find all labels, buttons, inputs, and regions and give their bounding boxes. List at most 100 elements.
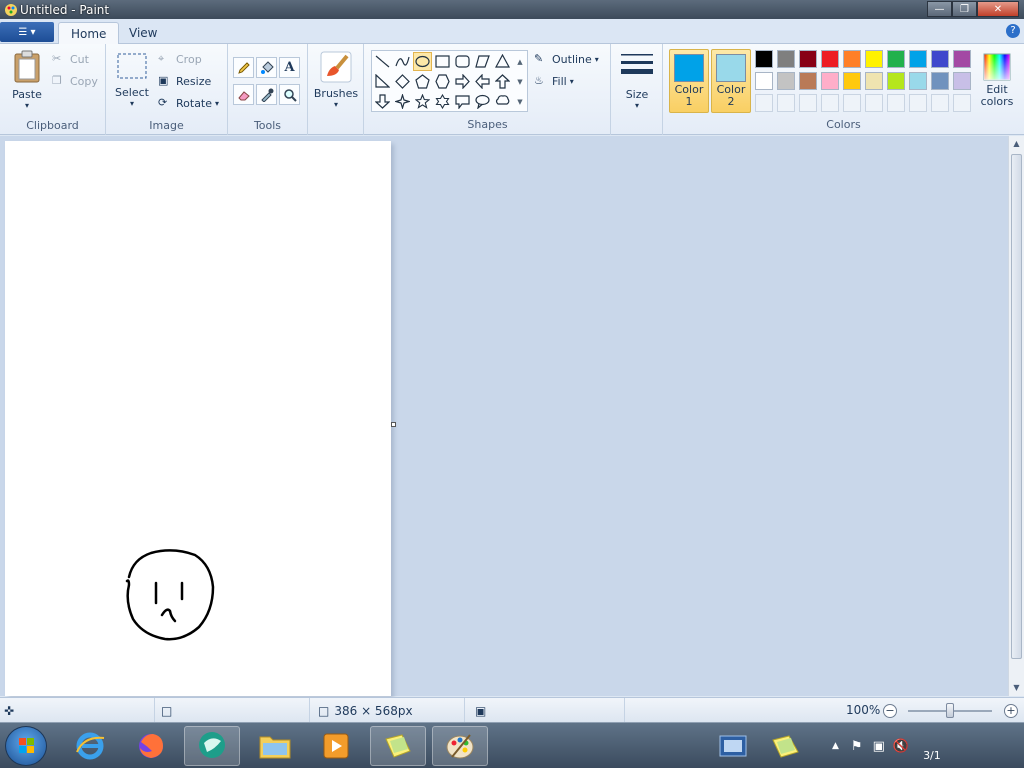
fill-button[interactable]: ♨ Fill ▾ [534,72,574,90]
close-button[interactable]: ✕ [977,1,1019,17]
clock-date[interactable]: 3/1 [923,749,941,762]
custom-color-slot[interactable] [821,94,839,112]
text-tool-icon[interactable]: A [279,57,300,78]
custom-color-slot[interactable] [953,94,971,112]
magnifier-icon[interactable] [279,84,300,105]
palette-swatch[interactable] [953,50,971,68]
oval-callout-shape-icon[interactable] [473,92,492,111]
palette-swatch[interactable] [931,72,949,90]
copy-button[interactable]: ❐ Copy [52,72,98,90]
fill-bucket-icon[interactable] [256,57,277,78]
color-picker-icon[interactable] [256,84,277,105]
oval-shape-icon[interactable] [413,52,432,71]
palette-swatch[interactable] [755,50,773,68]
custom-color-slot[interactable] [843,94,861,112]
scrollbar-thumb[interactable] [1011,154,1022,659]
network-monitor-icon[interactable] [718,733,748,759]
palette-swatch[interactable] [799,50,817,68]
vertical-scrollbar[interactable]: ▲ ▼ [1008,136,1024,696]
app-taskbar-button[interactable] [184,726,240,766]
file-explorer-taskbar-button[interactable] [247,726,303,766]
palette-swatch[interactable] [843,72,861,90]
palette-swatch[interactable] [909,50,927,68]
down-arrow-shape-icon[interactable] [373,92,392,111]
resize-button[interactable]: ▣ Resize [158,72,211,90]
show-hidden-icons-icon[interactable]: ▲ [832,741,839,751]
network-icon[interactable]: ▣ [873,739,885,754]
palette-swatch[interactable] [799,72,817,90]
tab-view[interactable]: View [117,22,169,44]
line-shape-icon[interactable] [373,52,392,71]
palette-swatch[interactable] [777,72,795,90]
shapes-scroll-down-icon[interactable]: ▼ [513,72,527,91]
color2-button[interactable]: Color 2 [711,49,751,113]
custom-color-slot[interactable] [931,94,949,112]
six-point-star-shape-icon[interactable] [433,92,452,111]
palette-swatch[interactable] [821,50,839,68]
pencil-icon[interactable] [233,57,254,78]
palette-swatch[interactable] [931,50,949,68]
help-icon[interactable]: ? [1006,24,1020,38]
diamond-shape-icon[interactable] [393,72,412,91]
curve-shape-icon[interactable] [393,52,412,71]
drawing-canvas[interactable] [5,141,391,696]
hexagon-shape-icon[interactable] [433,72,452,91]
palette-swatch[interactable] [865,72,883,90]
zoom-in-button[interactable]: + [1004,704,1018,718]
right-arrow-shape-icon[interactable] [453,72,472,91]
palette-swatch[interactable] [953,72,971,90]
start-button[interactable] [5,726,47,766]
polygon-shape-icon[interactable] [473,52,492,71]
custom-color-slot[interactable] [799,94,817,112]
internet-explorer-taskbar-button[interactable] [62,726,118,766]
eraser-icon[interactable] [233,84,254,105]
pentagon-shape-icon[interactable] [413,72,432,91]
paint-taskbar-button[interactable] [432,726,488,766]
paint-app-icon[interactable] [4,3,18,17]
left-arrow-shape-icon[interactable] [473,72,492,91]
paint-menu-button[interactable]: ☰ ▾ [0,22,54,42]
rect-callout-shape-icon[interactable] [453,92,472,111]
scroll-down-icon[interactable]: ▼ [1009,680,1024,696]
custom-color-slot[interactable] [777,94,795,112]
cut-button[interactable]: ✂ Cut [52,50,89,68]
rotate-button[interactable]: ⟳ Rotate ▾ [158,94,219,112]
action-center-flag-icon[interactable]: ⚑ [851,739,863,754]
custom-color-slot[interactable] [865,94,883,112]
custom-color-slot[interactable] [887,94,905,112]
triangle-shape-icon[interactable] [493,52,512,71]
zoom-out-button[interactable]: − [883,704,897,718]
select-button[interactable]: Select ▾ [114,52,150,108]
media-player-taskbar-button[interactable] [308,726,364,766]
rounded-rectangle-shape-icon[interactable] [453,52,472,71]
shapes-scroll-up-icon[interactable]: ▲ [513,52,527,71]
palette-swatch[interactable] [909,72,927,90]
edit-colors-button[interactable]: Edit colors [975,52,1019,108]
zoom-slider-thumb[interactable] [946,703,954,718]
scroll-up-icon[interactable]: ▲ [1009,136,1024,152]
minimize-button[interactable]: — [927,1,952,17]
palette-swatch[interactable] [777,50,795,68]
size-button[interactable]: Size ▾ [617,52,657,110]
palette-swatch[interactable] [755,72,773,90]
palette-swatch[interactable] [843,50,861,68]
palette-swatch[interactable] [821,72,839,90]
up-arrow-shape-icon[interactable] [493,72,512,91]
rectangle-shape-icon[interactable] [433,52,452,71]
five-point-star-shape-icon[interactable] [413,92,432,111]
outline-button[interactable]: ✎ Outline ▾ [534,50,599,68]
cloud-callout-shape-icon[interactable] [493,92,512,111]
paste-button[interactable]: Paste ▾ [8,50,46,110]
custom-color-slot[interactable] [755,94,773,112]
custom-color-slot[interactable] [909,94,927,112]
tab-home[interactable]: Home [58,22,120,44]
color1-button[interactable]: Color 1 [669,49,709,113]
right-triangle-shape-icon[interactable] [373,72,392,91]
volume-muted-icon[interactable]: 🔇 [893,739,909,754]
canvas-resize-handle[interactable] [391,422,396,427]
palette-swatch[interactable] [887,50,905,68]
firefox-taskbar-button[interactable] [123,726,179,766]
four-point-star-shape-icon[interactable] [393,92,412,111]
shapes-expand-icon[interactable]: ▼ [513,92,527,111]
palette-swatch[interactable] [865,50,883,68]
